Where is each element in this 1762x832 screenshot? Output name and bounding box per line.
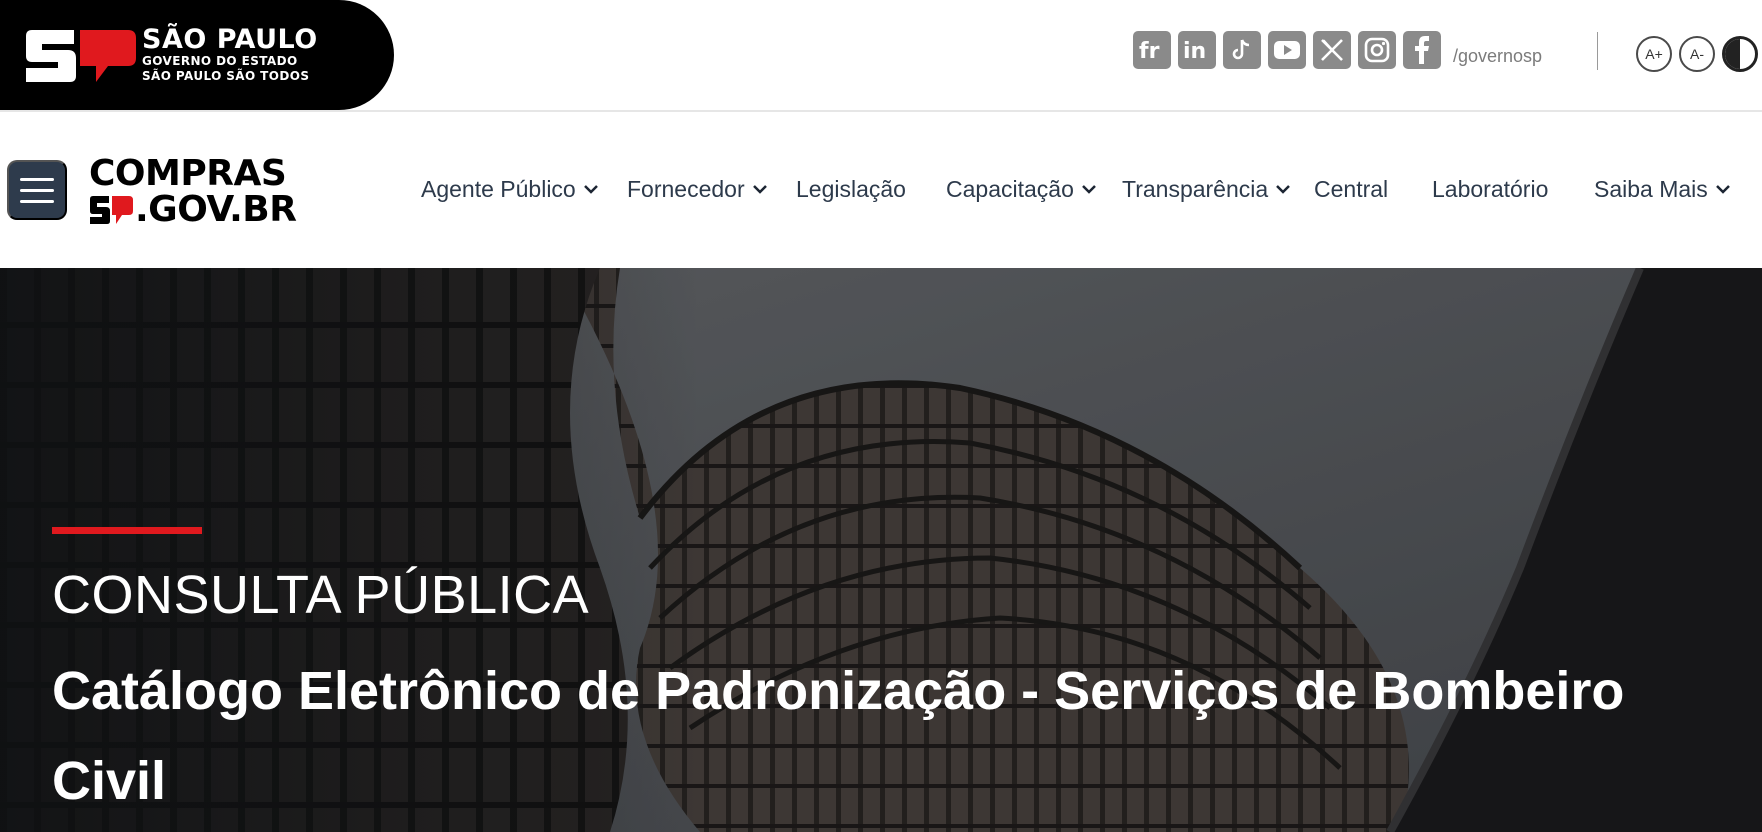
nav-fornecedor[interactable]: Fornecedor [627,174,768,204]
youtube-icon[interactable] [1268,31,1306,69]
tiktok-icon[interactable] [1223,31,1261,69]
chevron-down-icon [752,185,767,194]
hero-title: Catálogo Eletrônico de Padronização - Se… [52,661,1625,811]
chevron-down-icon [1276,185,1291,194]
nav-laboratorio[interactable]: Laboratório [1432,174,1548,204]
nav-label: Central [1314,175,1389,202]
nav-label: Transparência [1122,175,1269,202]
nav-transparencia[interactable]: Transparência [1122,174,1291,204]
hero-eyebrow: CONSULTA PÚBLICA [52,565,590,625]
sp-mini-mark [90,196,133,224]
nav-label: Fornecedor [627,175,745,202]
menu-line-icon [20,199,54,203]
sp-logo-mark [26,30,136,82]
instagram-icon[interactable] [1358,31,1396,69]
chevron-down-icon [583,185,598,194]
nav-label: Saiba Mais [1594,175,1708,202]
x-icon[interactable] [1313,31,1351,69]
nav-central[interactable]: Central [1314,174,1388,204]
font-decrease-button[interactable]: A- [1679,36,1715,72]
linkedin-icon[interactable]: in [1178,31,1216,69]
gov-top-bar: SÃO PAULO GOVERNO DO ESTADO SÃO PAULO SÃ… [0,0,1762,112]
menu-line-icon [20,177,54,181]
hamburger-menu-button[interactable] [7,160,67,220]
chevron-down-icon [1081,185,1096,194]
compras-sp-logo[interactable]: COMPRAS .GOV.BR [89,153,297,230]
chevron-down-icon [1715,185,1730,194]
nav-capacitacao[interactable]: Capacitação [946,174,1097,204]
nav-agente-publico[interactable]: Agente Público [421,174,599,204]
hero-accent-bar [52,527,202,534]
flickr-icon[interactable]: fr [1133,31,1171,69]
nav-label: Capacitação [946,175,1074,202]
svg-text:fr: fr [1139,39,1160,61]
nav-label: Legislação [796,175,906,202]
logo-line2: .GOV.BR [135,189,297,230]
logo-line1: COMPRAS [89,153,287,194]
social-handle[interactable]: /governosp [1453,46,1542,67]
social-links: fr in [1133,31,1441,69]
nav-label: Agente Público [421,175,576,202]
gov-slogan: SÃO PAULO SÃO TODOS [142,69,310,83]
facebook-icon[interactable] [1403,31,1441,69]
nav-legislacao[interactable]: Legislação [796,174,906,204]
svg-text:in: in [1183,39,1206,61]
nav-saiba-mais[interactable]: Saiba Mais [1594,174,1731,204]
header-divider [1597,32,1598,70]
sao-paulo-gov-logo[interactable]: SÃO PAULO GOVERNO DO ESTADO SÃO PAULO SÃ… [0,0,394,110]
gov-title: SÃO PAULO [142,24,318,55]
contrast-toggle-icon[interactable] [1722,36,1758,72]
nav-label: Laboratório [1432,175,1549,202]
menu-line-icon [20,188,54,192]
main-navigation: COMPRAS .GOV.BR Agente Público Fornecedo… [0,112,1762,268]
gov-subtitle: GOVERNO DO ESTADO [142,54,298,68]
font-increase-button[interactable]: A+ [1636,36,1672,72]
hero-banner: CONSULTA PÚBLICA Catálogo Eletrônico de … [0,268,1762,832]
